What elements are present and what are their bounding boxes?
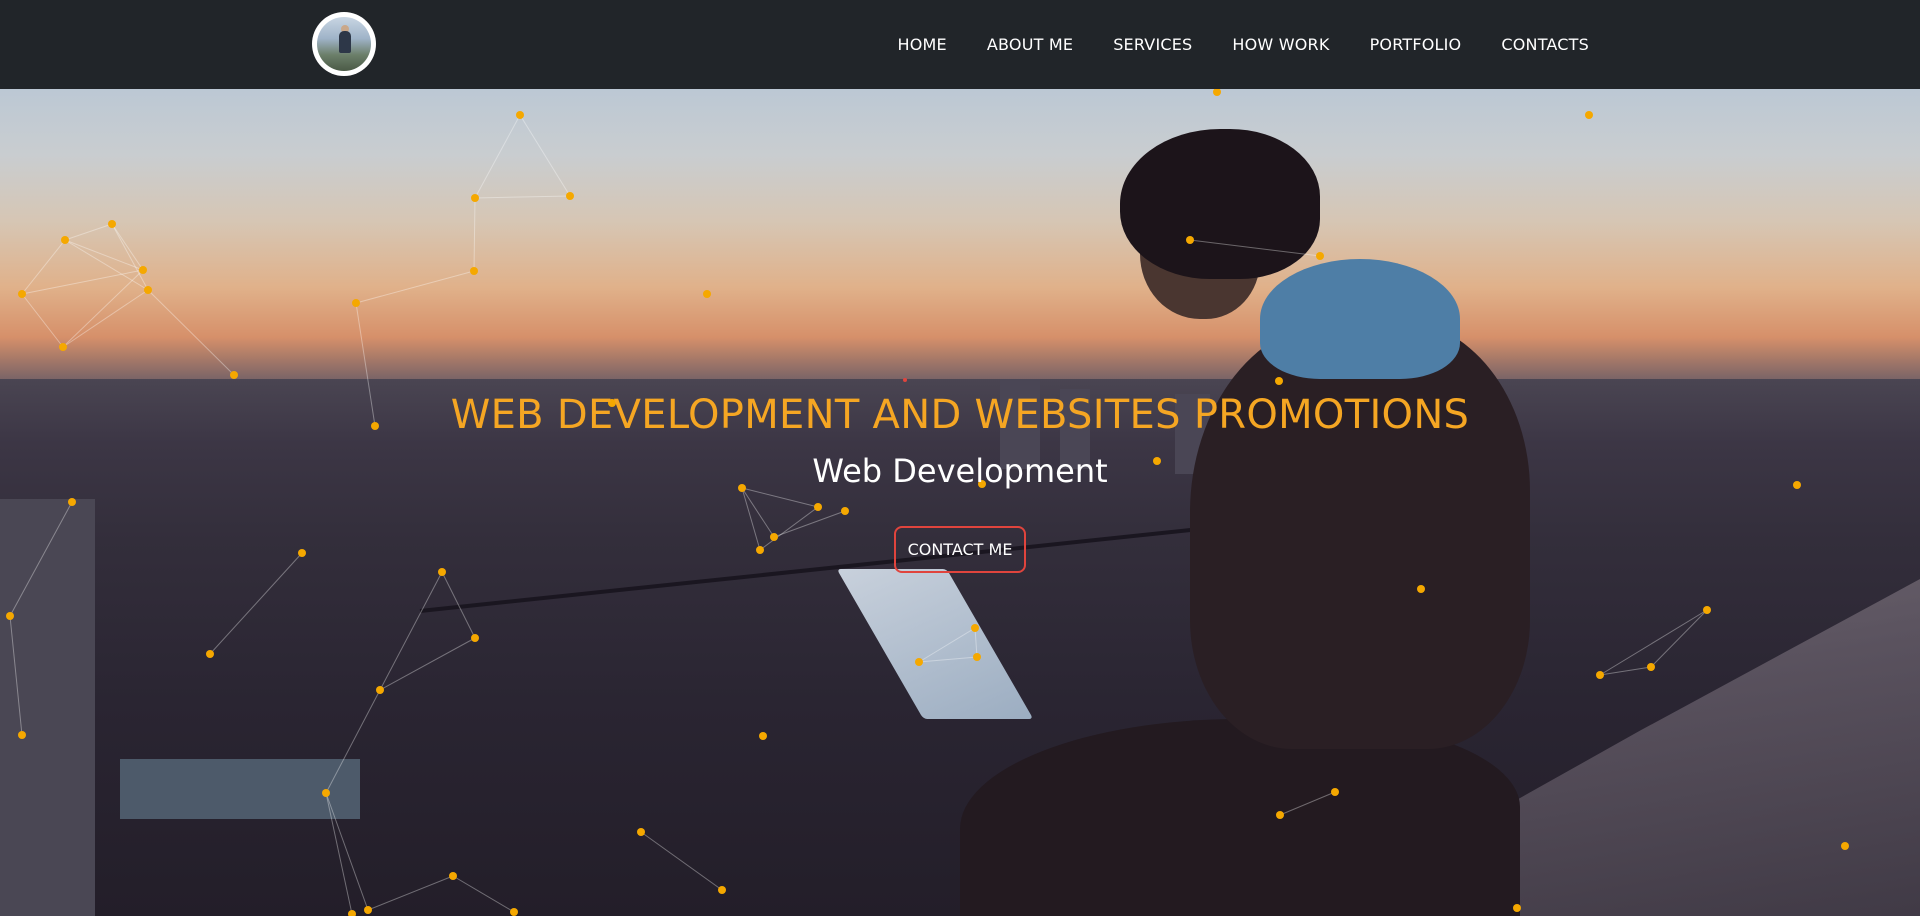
nav-home[interactable]: HOME xyxy=(898,35,947,54)
nav-portfolio[interactable]: PORTFOLIO xyxy=(1370,35,1462,54)
nav-services[interactable]: SERVICES xyxy=(1113,35,1192,54)
nav-about-me[interactable]: ABOUT ME xyxy=(987,35,1073,54)
building xyxy=(120,759,360,819)
hero-subtitle: Web Development xyxy=(812,452,1108,490)
avatar-photo xyxy=(317,17,371,71)
logo-avatar[interactable] xyxy=(312,12,376,76)
man-hair xyxy=(1120,129,1320,279)
contact-me-button[interactable]: CONTACT ME xyxy=(893,526,1027,573)
nav-contacts[interactable]: CONTACTS xyxy=(1501,35,1589,54)
navbar: HOME ABOUT ME SERVICES HOW WORK PORTFOLI… xyxy=(0,0,1920,89)
nav-how-work[interactable]: HOW WORK xyxy=(1232,35,1329,54)
avatar-person xyxy=(339,31,351,53)
main-nav: HOME ABOUT ME SERVICES HOW WORK PORTFOLI… xyxy=(898,0,1589,89)
hero-content: WEB DEVELOPMENT AND WEBSITES PROMOTIONS … xyxy=(0,392,1920,573)
hero-title: WEB DEVELOPMENT AND WEBSITES PROMOTIONS xyxy=(450,392,1470,438)
man-hood xyxy=(1260,259,1460,379)
